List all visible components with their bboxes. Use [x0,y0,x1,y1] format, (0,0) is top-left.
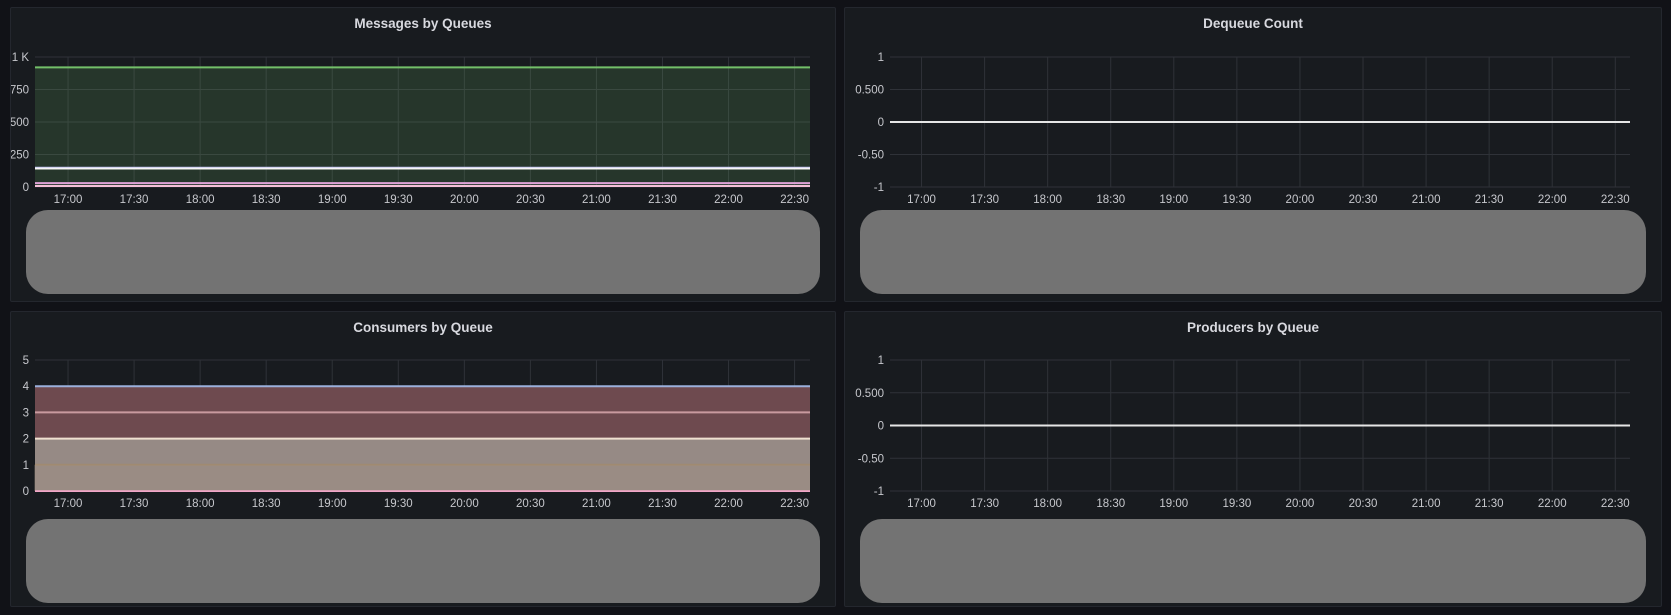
x-tick-label: 22:00 [1538,194,1567,206]
x-tick-label: 21:30 [1475,498,1504,510]
y-tick-label: 0 [23,182,29,194]
y-tick-label: 0 [878,117,884,129]
y-tick-label: 0.500 [855,85,884,97]
x-tick-label: 18:30 [1096,194,1125,206]
chart-producers-by-queue: -1 -0.50 0 0.500 1 17:00 17:30 18:00 18:30 19:00 1… [855,355,1630,510]
x-tick-label: 17:30 [970,194,999,206]
legend-area [860,519,1646,603]
y-tick-label: 0 [878,421,884,433]
x-tick-label: 20:00 [450,498,479,510]
y-tick-label: 500 [11,117,29,129]
y-tick-label: 750 [11,85,29,97]
x-tick-label: 21:00 [582,194,611,206]
y-tick-label: 3 [23,407,29,419]
x-tick-label: 18:30 [252,498,281,510]
x-tick-label: 21:00 [1412,194,1441,206]
y-tick-label: -1 [874,486,884,498]
x-tick-label: 22:00 [714,498,743,510]
x-tick-label: 18:00 [1033,498,1062,510]
x-tick-label: 20:30 [516,498,545,510]
legend-area [26,519,820,603]
y-tick-label: -0.50 [858,150,884,162]
x-tick-label: 22:30 [1601,194,1630,206]
x-tick-label: 19:30 [1222,194,1251,206]
x-tick-label: 21:00 [1412,498,1441,510]
panel-consumers-by-queue: Consumers by Queue 0 1 2 3 4 5 17:00 17:30 18:00… [10,311,836,607]
y-tick-label: 0 [23,486,29,498]
x-tick-label: 20:00 [1286,498,1315,510]
x-tick-label: 20:00 [1286,194,1315,206]
y-tick-label: 1 K [12,52,30,64]
y-tick-label: -1 [874,182,884,194]
x-tick-label: 18:30 [252,194,281,206]
x-tick-label: 19:00 [1159,498,1188,510]
legend-area [26,210,820,294]
x-tick-label: 21:30 [648,498,677,510]
x-tick-label: 17:00 [907,498,936,510]
x-tick-label: 20:00 [450,194,479,206]
y-tick-label: 0.500 [855,388,884,400]
x-tick-label: 18:00 [1033,194,1062,206]
x-tick-label: 20:30 [516,194,545,206]
y-tick-label: 2 [23,434,29,446]
x-tick-label: 22:30 [1601,498,1630,510]
x-tick-label: 17:00 [54,194,83,206]
x-tick-label: 19:30 [384,498,413,510]
y-tick-label: 4 [23,381,30,393]
panel-producers-by-queue: Producers by Queue -1 -0.50 0 0.500 1 17:00 17… [844,311,1662,607]
x-tick-label: 22:00 [714,194,743,206]
x-tick-label: 21:30 [1475,194,1504,206]
x-tick-label: 21:30 [648,194,677,206]
x-tick-label: 17:00 [54,498,83,510]
x-tick-label: 19:00 [318,194,347,206]
y-tick-label: 1 [878,355,884,367]
y-tick-label: 1 [23,460,29,472]
legend-area [860,210,1646,294]
x-tick-label: 19:00 [1159,194,1188,206]
x-tick-label: 19:30 [384,194,413,206]
x-tick-label: 18:00 [186,498,215,510]
x-tick-label: 19:00 [318,498,347,510]
x-tick-label: 20:30 [1349,194,1378,206]
x-tick-label: 20:30 [1349,498,1378,510]
x-tick-label: 19:30 [1222,498,1251,510]
x-tick-label: 21:00 [582,498,611,510]
x-tick-label: 18:30 [1096,498,1125,510]
y-tick-label: 1 [878,52,884,64]
chart-messages-by-queues: 0 250 500 750 1 K 17:00 17:30 18:00 18:30 19:00 19… [11,52,810,206]
panel-dequeue-count: Dequeue Count -1 -0.50 0 0.500 1 17:00 17:30 18… [844,7,1662,302]
x-tick-label: 18:00 [186,194,215,206]
x-tick-label: 22:00 [1538,498,1567,510]
chart-dequeue-count: -1 -0.50 0 0.500 1 17:00 17:30 18:00 18:30 19:00 1… [855,52,1630,206]
x-tick-label: 17:30 [970,498,999,510]
x-tick-label: 22:30 [780,498,809,510]
panel-messages-by-queues: Messages by Queues 0 250 500 750 1 K 17:00 17:… [10,7,836,302]
y-tick-label: 5 [23,355,29,367]
y-tick-label: -0.50 [858,453,884,465]
x-tick-label: 22:30 [780,194,809,206]
chart-consumers-by-queue: 0 1 2 3 4 5 17:00 17:30 18:00 18:30 19:00 19:30 20:0… [23,355,810,510]
y-tick-label: 250 [11,150,29,162]
x-tick-label: 17:00 [907,194,936,206]
x-tick-label: 17:30 [120,498,149,510]
x-tick-label: 17:30 [120,194,149,206]
